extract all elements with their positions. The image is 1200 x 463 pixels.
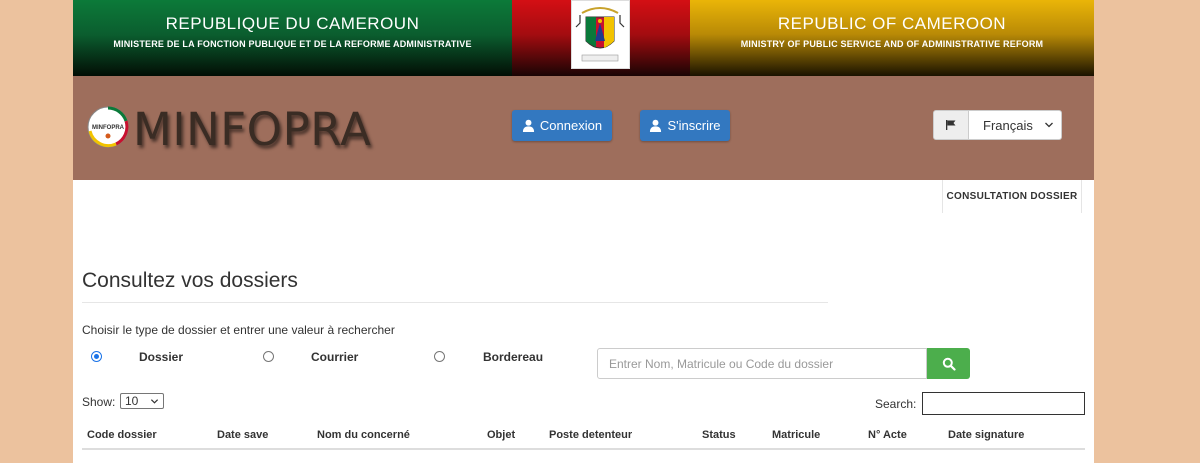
dossier-search-input[interactable]: Entrer Nom, Matricule ou Code du dossier [597, 348, 927, 379]
header-navbar: MINFOPRA MINFOPRA Connexion S'inscrire F… [73, 76, 1094, 180]
column-header-poste-detenteur[interactable]: Poste detenteur [549, 429, 632, 441]
column-header-matricule[interactable]: Matricule [772, 429, 820, 441]
language-selected-value: Français [983, 117, 1033, 133]
chevron-down-icon [150, 399, 159, 404]
title-divider [82, 302, 828, 303]
connexion-button[interactable]: Connexion [512, 110, 612, 141]
table-header-divider [82, 448, 1085, 450]
language-selector-group: Français [933, 110, 1062, 140]
banner-right-english: REPUBLIC OF CAMEROON MINISTRY OF PUBLIC … [690, 0, 1094, 76]
banner-title-en: REPUBLIC OF CAMEROON [777, 14, 1007, 33]
national-banner: REPUBLIQUE DU CAMEROUN MINISTERE DE LA F… [73, 0, 1094, 76]
column-header-numero-acte[interactable]: N° Acte [868, 429, 907, 441]
column-header-date-save[interactable]: Date save [217, 429, 268, 441]
page-size-value: 10 [125, 394, 139, 408]
page-title: Consultez vos dossiers [82, 269, 298, 292]
radio-label-courrier: Courrier [311, 350, 359, 364]
search-button[interactable] [927, 348, 970, 379]
column-header-status[interactable]: Status [702, 429, 736, 441]
tab-consultation-dossier[interactable]: CONSULTATION DOSSIER [942, 180, 1082, 213]
column-header-nom-concerne[interactable]: Nom du concerné [317, 429, 410, 441]
column-header-code-dossier[interactable]: Code dossier [87, 429, 157, 441]
radio-dossier[interactable] [91, 351, 102, 362]
banner-title-fr: REPUBLIQUE DU CAMEROUN [165, 14, 420, 33]
page: REPUBLIQUE DU CAMEROUN MINISTERE DE LA F… [73, 0, 1094, 463]
radio-courrier[interactable] [263, 351, 274, 362]
banner-middle [512, 0, 690, 76]
minfopra-logo-icon[interactable]: MINFOPRA [86, 105, 130, 149]
radio-label-dossier: Dossier [139, 350, 184, 364]
radio-label-bordereau: Bordereau [483, 350, 544, 364]
chevron-down-icon [1045, 122, 1053, 128]
coat-of-arms-icon [571, 0, 630, 69]
sinscrire-button[interactable]: S'inscrire [640, 110, 730, 141]
banner-left-french: REPUBLIQUE DU CAMEROUN MINISTERE DE LA F… [73, 0, 512, 76]
table-search-label: Search: [875, 397, 917, 411]
radio-bordereau[interactable] [434, 351, 445, 362]
user-icon [650, 119, 662, 132]
show-label: Show: [82, 395, 116, 409]
sinscrire-label: S'inscrire [667, 118, 721, 133]
language-select[interactable]: Français [969, 110, 1062, 140]
instruction-text: Choisir le type de dossier et entrer une… [82, 323, 395, 337]
search-icon [942, 357, 956, 371]
user-icon [522, 119, 534, 132]
page-size-select[interactable]: 10 [120, 393, 164, 409]
banner-subtitle-fr: MINISTERE DE LA FONCTION PUBLIQUE ET DE … [113, 39, 472, 49]
logo-icon-text: MINFOPRA [92, 125, 125, 131]
site-logo-text[interactable]: MINFOPRA [133, 103, 371, 156]
table-search-input[interactable] [922, 392, 1085, 415]
column-header-objet[interactable]: Objet [487, 429, 515, 441]
column-header-date-signature[interactable]: Date signature [948, 429, 1024, 441]
flag-icon [933, 110, 969, 140]
search-placeholder: Entrer Nom, Matricule ou Code du dossier [609, 356, 834, 371]
banner-subtitle-en: MINISTRY OF PUBLIC SERVICE AND OF ADMINI… [740, 39, 1044, 49]
connexion-label: Connexion [539, 118, 603, 133]
